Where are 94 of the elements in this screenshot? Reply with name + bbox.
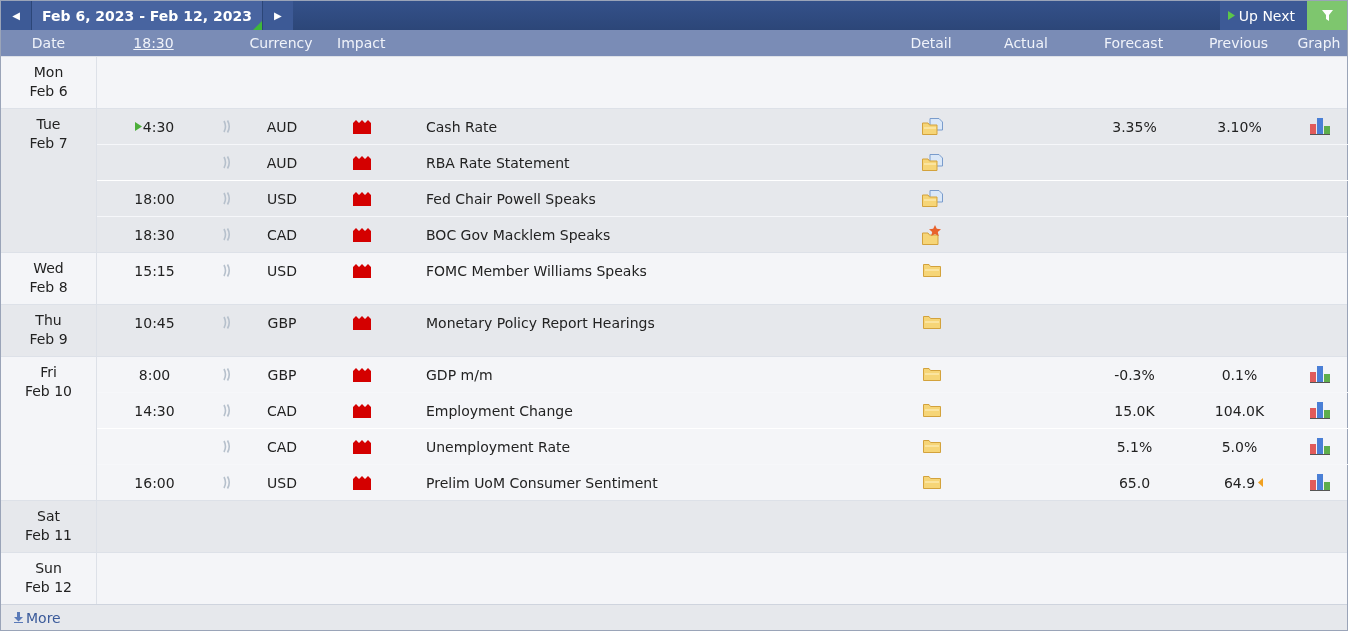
- download-arrow-icon: [14, 612, 23, 623]
- date-label: Feb 10: [24, 382, 73, 401]
- date-range-tab[interactable]: Feb 6, 2023 - Feb 12, 2023: [31, 1, 263, 30]
- folder-document-icon[interactable]: [921, 190, 943, 207]
- play-icon: [1227, 11, 1235, 20]
- up-next-button[interactable]: Up Next: [1219, 1, 1307, 30]
- column-header: Impact: [336, 35, 387, 51]
- sound-icon: [223, 440, 231, 453]
- filter-icon: [1321, 10, 1333, 21]
- filter-button[interactable]: [1307, 1, 1347, 30]
- column-header: Date: [30, 35, 67, 51]
- folder-icon[interactable]: [923, 404, 941, 417]
- day-label: Thu: [35, 311, 62, 330]
- column-header: Detail: [909, 35, 953, 51]
- column-header: Forecast: [1102, 35, 1165, 51]
- event-title[interactable]: Fed Chair Powell Speaks: [426, 190, 596, 207]
- currency-code: GBP: [266, 314, 298, 331]
- event-title[interactable]: Unemployment Rate: [426, 438, 571, 455]
- event-title[interactable]: Employment Change: [426, 402, 573, 419]
- sound-icon: [223, 264, 231, 277]
- bar-chart-icon[interactable]: [1310, 118, 1330, 135]
- more-link[interactable]: More: [14, 609, 61, 626]
- currency-code: USD: [266, 190, 298, 207]
- event-title[interactable]: RBA Rate Statement: [426, 154, 570, 171]
- previous-value: 64.9: [1223, 474, 1256, 491]
- sound-icon: [223, 156, 231, 169]
- day-label: Sat: [37, 507, 60, 526]
- event-time: 15:15: [134, 262, 175, 279]
- event-title[interactable]: FOMC Member Williams Speaks: [426, 262, 647, 279]
- sound-icon: [223, 228, 231, 241]
- event-time: 18:00: [134, 190, 175, 207]
- day-label: Wed: [33, 259, 64, 278]
- folder-document-icon[interactable]: [921, 154, 943, 171]
- forecast-value: 3.35%: [1112, 118, 1157, 135]
- previous-value: 0.1%: [1221, 366, 1258, 383]
- folder-document-icon[interactable]: [921, 118, 943, 135]
- column-header: Actual: [1003, 35, 1049, 51]
- forecast-value: -0.3%: [1114, 366, 1155, 383]
- previous-week-button[interactable]: ◀: [1, 1, 31, 30]
- sound-icon: [223, 316, 231, 329]
- event-time: 4:30: [142, 118, 175, 135]
- sound-icon: [223, 192, 231, 205]
- currency-code: USD: [266, 262, 298, 279]
- date-label: Feb 7: [29, 134, 68, 153]
- folder-icon[interactable]: [923, 440, 941, 453]
- event-time: 18:30: [134, 226, 175, 243]
- forecast-value: 15.0K: [1114, 402, 1155, 419]
- date-label: Feb 6: [29, 82, 68, 101]
- currency-code: AUD: [265, 118, 299, 135]
- event-title[interactable]: Monetary Policy Report Hearings: [426, 314, 655, 331]
- day-label: Mon: [33, 63, 64, 82]
- folder-icon[interactable]: [923, 316, 941, 329]
- currency-code: GBP: [266, 366, 298, 383]
- date-label: Feb 11: [24, 526, 73, 545]
- event-time: 14:30: [134, 402, 175, 419]
- event-title[interactable]: GDP m/m: [426, 366, 493, 383]
- column-header: Graph: [1296, 35, 1342, 51]
- forecast-value: 65.0: [1118, 474, 1151, 491]
- currency-code: CAD: [265, 402, 299, 419]
- folder-icon[interactable]: [923, 476, 941, 489]
- event-time: 16:00: [134, 474, 175, 491]
- bar-chart-icon[interactable]: [1310, 474, 1330, 491]
- next-week-button[interactable]: ▶: [262, 1, 293, 30]
- forecast-value: 5.1%: [1116, 438, 1153, 455]
- day-label: Sun: [35, 559, 62, 578]
- previous-value: 5.0%: [1221, 438, 1258, 455]
- sound-icon: [223, 120, 231, 133]
- folder-icon[interactable]: [923, 368, 941, 381]
- sound-icon: [223, 476, 231, 489]
- bar-chart-icon[interactable]: [1310, 438, 1330, 455]
- column-header: Currency: [248, 35, 314, 51]
- currency-code: USD: [266, 474, 298, 491]
- sound-icon: [223, 404, 231, 417]
- bar-chart-icon[interactable]: [1310, 402, 1330, 419]
- event-title[interactable]: Cash Rate: [426, 118, 498, 135]
- event-title[interactable]: Prelim UoM Consumer Sentiment: [426, 474, 658, 491]
- previous-value: 104.0K: [1214, 402, 1265, 419]
- event-time: 8:00: [138, 366, 171, 383]
- column-header: Previous: [1207, 35, 1270, 51]
- date-label: Feb 9: [29, 330, 68, 349]
- previous-value: 3.10%: [1217, 118, 1262, 135]
- bar-chart-icon[interactable]: [1310, 366, 1330, 383]
- event-time: 10:45: [134, 314, 175, 331]
- day-label: Fri: [40, 363, 57, 382]
- folder-icon[interactable]: [923, 264, 941, 277]
- folder-star-icon[interactable]: [922, 224, 942, 245]
- date-label: Feb 12: [24, 578, 73, 597]
- day-label: Tue: [36, 115, 61, 134]
- currency-code: AUD: [265, 154, 299, 171]
- currency-code: CAD: [265, 438, 299, 455]
- event-title[interactable]: BOC Gov Macklem Speaks: [426, 226, 611, 243]
- date-label: Feb 8: [29, 278, 68, 297]
- currency-code: CAD: [265, 226, 299, 243]
- sound-icon: [223, 368, 231, 381]
